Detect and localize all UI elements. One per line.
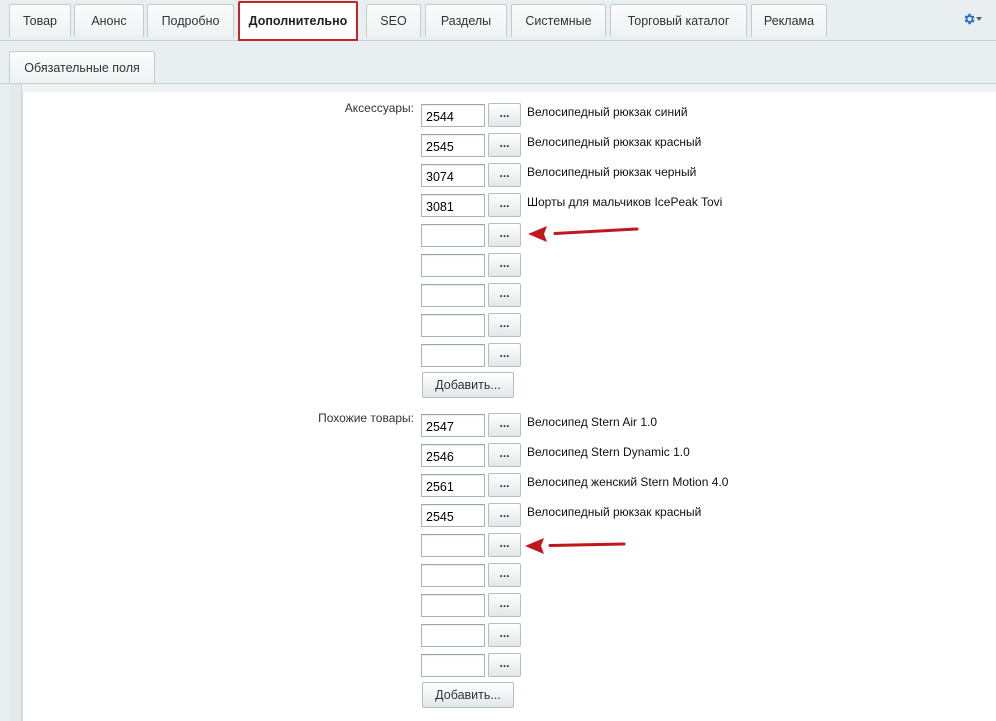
product-id-input[interactable] <box>421 164 485 187</box>
tab-podrobno[interactable]: Подробно <box>147 4 234 37</box>
product-id-input[interactable] <box>421 444 485 467</box>
tab-sistemnye[interactable]: Системные <box>511 4 606 37</box>
tab-bar: Товар Анонс Подробно Дополнительно SEO Р… <box>0 0 996 41</box>
accessories-add-button[interactable]: Добавить... <box>422 372 514 398</box>
accessories-label: Аксессуары: <box>344 101 414 115</box>
product-picker-button[interactable]: ... <box>488 533 521 557</box>
product-id-input[interactable] <box>421 314 485 337</box>
product-name: Шорты для мальчиков IcePeak Tovi <box>527 195 723 209</box>
product-picker-button[interactable]: ... <box>488 473 521 497</box>
product-id-input[interactable] <box>421 654 485 677</box>
product-id-input[interactable] <box>421 414 485 437</box>
product-picker-button[interactable]: ... <box>488 253 521 277</box>
gear-icon <box>964 13 975 25</box>
tab-torgovyy-katalog[interactable]: Торговый каталог <box>610 4 747 37</box>
product-picker-button[interactable]: ... <box>488 133 521 157</box>
product-id-input[interactable] <box>421 474 485 497</box>
product-id-input[interactable] <box>421 134 485 157</box>
tab-dopolnitelno[interactable]: Дополнительно <box>238 1 358 41</box>
tab-razdely[interactable]: Разделы <box>425 4 507 37</box>
product-name: Велосипедный рюкзак черный <box>527 165 697 179</box>
tab-seo[interactable]: SEO <box>366 4 421 37</box>
product-picker-button[interactable]: ... <box>488 443 521 467</box>
product-id-input[interactable] <box>421 504 485 527</box>
product-id-input[interactable] <box>421 254 485 277</box>
product-id-input[interactable] <box>421 194 485 217</box>
annotation-arrow <box>525 538 626 554</box>
product-picker-button[interactable]: ... <box>488 623 521 647</box>
product-id-input[interactable] <box>421 104 485 127</box>
product-name: Велосипедный рюкзак синий <box>527 105 688 119</box>
product-picker-button[interactable]: ... <box>488 563 521 587</box>
annotation-arrow <box>528 226 639 242</box>
product-picker-button[interactable]: ... <box>488 593 521 617</box>
product-id-input[interactable] <box>421 594 485 617</box>
similar-add-button[interactable]: Добавить... <box>422 682 514 708</box>
product-name: Велосипед Stern Dynamic 1.0 <box>527 445 690 459</box>
product-name: Велосипед женский Stern Motion 4.0 <box>527 475 729 489</box>
product-picker-button[interactable]: ... <box>488 343 521 367</box>
tab-reklama[interactable]: Реклама <box>751 4 827 37</box>
tab-anons[interactable]: Анонс <box>74 4 144 37</box>
product-id-input[interactable] <box>421 534 485 557</box>
product-picker-button[interactable]: ... <box>488 413 521 437</box>
product-id-input[interactable] <box>421 344 485 367</box>
tab-tovar[interactable]: Товар <box>9 4 71 37</box>
product-id-input[interactable] <box>421 624 485 647</box>
tab-obyazatelnye-polya[interactable]: Обязательные поля <box>9 51 155 84</box>
product-picker-button[interactable]: ... <box>488 193 521 217</box>
product-picker-button[interactable]: ... <box>488 313 521 337</box>
product-picker-button[interactable]: ... <box>488 283 521 307</box>
product-picker-button[interactable]: ... <box>488 503 521 527</box>
product-picker-button[interactable]: ... <box>488 653 521 677</box>
product-name: Велосипедный рюкзак красный <box>527 505 702 519</box>
settings-button[interactable] <box>962 10 982 28</box>
product-picker-button[interactable]: ... <box>488 223 521 247</box>
product-id-input[interactable] <box>421 284 485 307</box>
product-name: Велосипедный рюкзак красный <box>527 135 702 149</box>
similar-products-label: Похожие товары: <box>318 411 414 425</box>
product-id-input[interactable] <box>421 224 485 247</box>
product-name: Велосипед Stern Air 1.0 <box>527 415 658 429</box>
product-picker-button[interactable]: ... <box>488 163 521 187</box>
panel-left-strip <box>9 84 22 721</box>
product-picker-button[interactable]: ... <box>488 103 521 127</box>
chevron-down-icon <box>976 17 982 21</box>
product-id-input[interactable] <box>421 564 485 587</box>
